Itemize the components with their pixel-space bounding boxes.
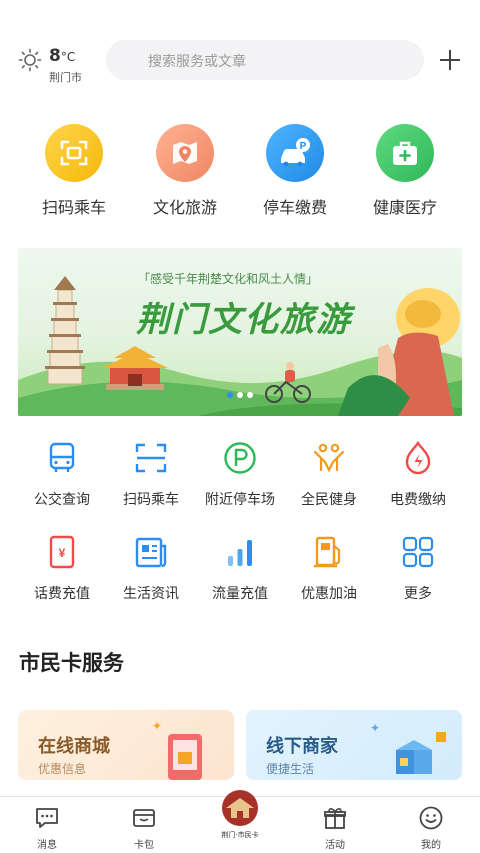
grid-item-data-topup[interactable]: 流量充值 (192, 534, 288, 603)
city-name: 荆门市 (49, 71, 82, 84)
grid-item-label: 电费缴纳 (390, 492, 446, 508)
svg-text:P: P (300, 141, 307, 152)
phone-bill-icon: ¥ (49, 535, 75, 569)
top-service-label: 文化旅游 (152, 198, 217, 217)
card-subtitle: 便捷生活 (266, 762, 315, 776)
message-icon (36, 808, 58, 828)
tab-label: 消息 (37, 840, 57, 851)
grid-item-label: 生活资讯 (123, 586, 179, 602)
news-icon (135, 537, 167, 568)
svg-text:✦: ✦ (370, 721, 380, 735)
top-service-label: 健康医疗 (372, 198, 437, 217)
grid-item-fitness[interactable]: 全民健身 (281, 440, 377, 509)
gift-icon (324, 808, 346, 829)
plus-icon[interactable] (436, 46, 464, 74)
grid-item-nearby-parking[interactable]: 附近停车场 (192, 440, 288, 509)
top-service-parking-payment[interactable]: P 停车缴费 (240, 124, 350, 218)
banner-tagline: 「感受千年荆楚文化和风土人情」 (138, 272, 319, 286)
tab-label: 活动 (325, 840, 345, 851)
top-services: 扫码乘车 文化旅游 P 停车缴费 健康医疗 (0, 124, 480, 224)
grid-item-life-news[interactable]: 生活资讯 (103, 534, 199, 603)
medical-kit-icon (376, 124, 434, 182)
more-grid-icon (402, 536, 434, 568)
card-offline-merchants[interactable]: ✦ 线下商家 便捷生活 (246, 710, 462, 780)
grid-item-bus-query[interactable]: 公交查询 (14, 440, 110, 509)
grid-item-label: 流量充值 (212, 586, 268, 602)
banner-title: 荆门文化旅游 (136, 300, 352, 340)
tab-label: 卡包 (134, 840, 154, 851)
tab-card-wallet[interactable]: 卡包 (114, 805, 174, 851)
tab-activities[interactable]: 活动 (305, 805, 365, 851)
tab-mine[interactable]: 我的 (401, 805, 461, 851)
smile-icon (419, 806, 443, 830)
electricity-icon (405, 440, 431, 475)
citizen-card-logo-icon: 荆门·市民卡 (221, 790, 259, 839)
parking-car-icon: P (266, 124, 324, 182)
weather-widget[interactable]: 8°C 荆门市 (18, 42, 98, 84)
culture-tourism-banner[interactable]: 「感受千年荆楚文化和风土人情」 荆门文化旅游 (18, 248, 462, 416)
logo-text: 荆门·市民卡 (221, 830, 258, 839)
header: 8°C 荆门市 搜索服务或文章 (0, 36, 480, 86)
svg-text:✦: ✦ (152, 719, 162, 733)
grid-item-fuel-discount[interactable]: 优惠加油 (281, 534, 377, 603)
map-pin-icon (156, 124, 214, 182)
data-signal-icon (228, 540, 252, 566)
grid-item-label: 话费充值 (34, 586, 90, 602)
grid-item-label: 公交查询 (34, 492, 90, 508)
top-service-culture-tourism[interactable]: 文化旅游 (130, 124, 240, 218)
top-service-label: 停车缴费 (262, 198, 327, 217)
scan-frame-icon (135, 443, 167, 473)
grid-item-label: 扫码乘车 (123, 492, 179, 508)
wallet-icon (133, 809, 155, 827)
fitness-icon (313, 443, 345, 473)
section-title: 市民卡服务 (19, 651, 124, 675)
fuel-icon (314, 536, 341, 568)
grid-item-label: 全民健身 (301, 492, 357, 508)
top-service-health-care[interactable]: 健康医疗 (350, 124, 460, 218)
card-subtitle: 优惠信息 (38, 762, 87, 776)
grid-item-label: 优惠加油 (301, 586, 357, 602)
temperature: 8°C (49, 46, 76, 66)
grid-item-more[interactable]: 更多 (370, 534, 466, 603)
search-input[interactable]: 搜索服务或文章 (106, 40, 424, 80)
tab-label: 我的 (421, 840, 441, 851)
top-service-label: 扫码乘车 (41, 198, 106, 217)
search-placeholder: 搜索服务或文章 (148, 54, 246, 70)
bus-icon (49, 442, 75, 472)
card-title: 在线商城 (38, 736, 110, 757)
grid-item-label: 附近停车场 (205, 492, 275, 508)
grid-item-scan-ride[interactable]: 扫码乘车 (103, 440, 199, 509)
grid-item-label: 更多 (404, 586, 432, 602)
grid-item-electricity[interactable]: 电费缴纳 (370, 440, 466, 509)
card-online-mall[interactable]: ✦ 在线商城 优惠信息 (18, 710, 234, 780)
card-title: 线下商家 (266, 736, 338, 757)
scan-icon (45, 124, 103, 182)
top-service-scan-ride[interactable]: 扫码乘车 (19, 124, 129, 218)
svg-text:¥: ¥ (59, 546, 66, 560)
sun-icon (18, 48, 42, 72)
parking-icon (224, 442, 256, 474)
grid-item-phone-bill[interactable]: ¥ 话费充值 (14, 534, 110, 603)
citizen-card-logo[interactable]: 荆门·市民卡 (212, 786, 268, 846)
tab-messages[interactable]: 消息 (17, 805, 77, 851)
